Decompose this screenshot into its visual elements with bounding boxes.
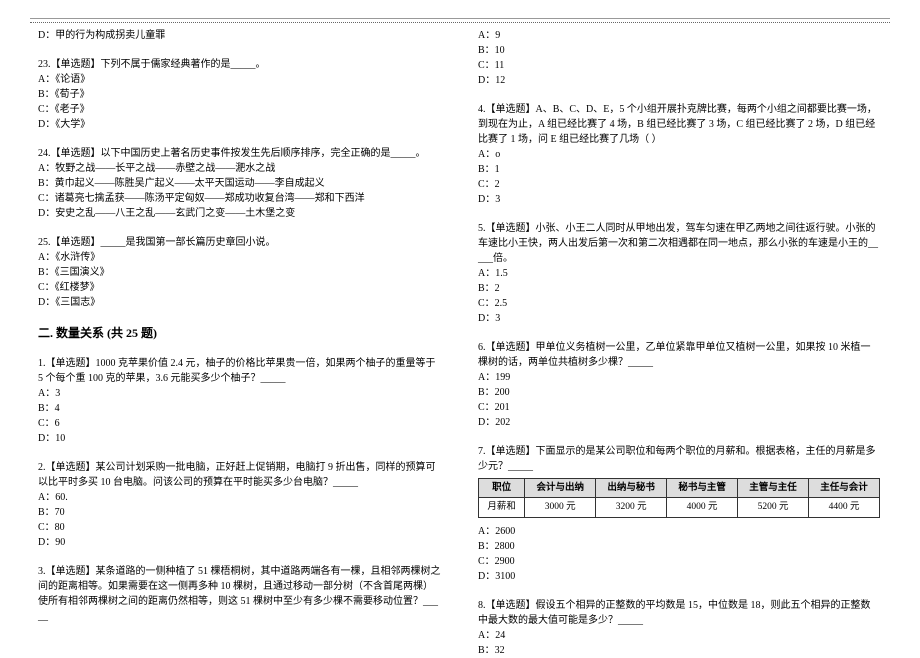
s2q3-opts: A：9 B：10 C：11 D：12 [478, 28, 880, 88]
s2q1-opt-a: A：3 [38, 386, 442, 401]
s2q8: 8.【单选题】假设五个相异的正整数的平均数是 15，中位数是 18，则此五个相异… [478, 598, 880, 658]
th-0: 职位 [479, 479, 525, 498]
q22-opt-d: D：甲的行为构成拐卖儿童罪 [38, 28, 442, 43]
s2q4-opt-b: B：1 [478, 162, 880, 177]
q24-opt-b: B：黄巾起义——陈胜吴广起义——太平天国运动——李自成起义 [38, 176, 442, 191]
s2q3-opt-c: C：11 [478, 58, 880, 73]
q23-opt-c: C：《老子》 [38, 102, 442, 117]
s2q2: 2.【单选题】某公司计划采购一批电脑，正好赶上促销期，电脑打 9 折出售，同样的… [38, 460, 442, 550]
s2q2-opt-b: B：70 [38, 505, 442, 520]
s2q7: 7.【单选题】下面显示的是某公司职位和每两个职位的月薪和。根据表格，主任的月薪是… [478, 444, 880, 584]
s2q4-opt-c: C：2 [478, 177, 880, 192]
s2q6: 6.【单选题】甲单位义务植树一公里，乙单位紧靠甲单位又植树一公里，如果按 10 … [478, 340, 880, 430]
s2q6-opt-d: D：202 [478, 415, 880, 430]
s2q3-opt-b: B：10 [478, 43, 880, 58]
td-4: 5200 元 [738, 498, 809, 517]
s2q2-opt-d: D：90 [38, 535, 442, 550]
left-column: D：甲的行为构成拐卖儿童罪 23.【单选题】下列不属于儒家经典著作的是_____… [30, 18, 460, 641]
th-3: 秘书与主管 [667, 479, 738, 498]
s2q5: 5.【单选题】小张、小王二人同时从甲地出发，驾车匀速在甲乙两地之间往返行驶。小张… [478, 221, 880, 326]
th-5: 主任与会计 [809, 479, 880, 498]
s2q7-opt-c: C：2900 [478, 554, 880, 569]
table-header-row: 职位 会计与出纳 出纳与秘书 秘书与主管 主管与主任 主任与会计 [479, 479, 880, 498]
s2q3: 3.【单选题】某条道路的一侧种植了 51 棵梧桐树，其中道路两端各有一棵，且相邻… [38, 564, 442, 624]
q24-opt-d: D：安史之乱——八王之乱——玄武门之变——土木堡之变 [38, 206, 442, 221]
s2q6-opt-c: C：201 [478, 400, 880, 415]
th-4: 主管与主任 [738, 479, 809, 498]
q23: 23.【单选题】下列不属于儒家经典著作的是_____。 A：《论语》 B：《荀子… [38, 57, 442, 132]
q25: 25.【单选题】_____是我国第一部长篇历史章回小说。 A：《水浒传》 B：《… [38, 235, 442, 310]
q24-opt-c: C：诸葛亮七擒孟获——陈汤平定匈奴——郑成功收复台湾——郑和下西洋 [38, 191, 442, 206]
s2q2-opt-c: C：80 [38, 520, 442, 535]
s2q5-opt-a: A：1.5 [478, 266, 880, 281]
s2q1: 1.【单选题】1000 克苹果价值 2.4 元，柚子的价格比苹果贵一倍，如果两个… [38, 356, 442, 446]
q24-opt-a: A：牧野之战——长平之战——赤壁之战——淝水之战 [38, 161, 442, 176]
s2q1-opt-c: C：6 [38, 416, 442, 431]
s2q1-opt-b: B：4 [38, 401, 442, 416]
td-3: 4000 元 [667, 498, 738, 517]
s2q7-opt-b: B：2800 [478, 539, 880, 554]
th-2: 出纳与秘书 [596, 479, 667, 498]
s2q3-stem: 3.【单选题】某条道路的一侧种植了 51 棵梧桐树，其中道路两端各有一棵，且相邻… [38, 564, 442, 624]
s2q4-opt-d: D：3 [478, 192, 880, 207]
header-separator [30, 22, 890, 23]
q25-opt-d: D：《三国志》 [38, 295, 442, 310]
s2q7-opt-a: A：2600 [478, 524, 880, 539]
right-column: A：9 B：10 C：11 D：12 4.【单选题】A、B、C、D、E，5 个小… [460, 18, 890, 641]
q22-remnant: D：甲的行为构成拐卖儿童罪 [38, 28, 442, 43]
q25-opt-a: A：《水浒传》 [38, 250, 442, 265]
s2q4: 4.【单选题】A、B、C、D、E，5 个小组开展扑克牌比赛，每两个小组之间都要比… [478, 102, 880, 207]
table-row: 月薪和 3000 元 3200 元 4000 元 5200 元 4400 元 [479, 498, 880, 517]
page: D：甲的行为构成拐卖儿童罪 23.【单选题】下列不属于儒家经典著作的是_____… [0, 0, 920, 651]
s2q3-opt-d: D：12 [478, 73, 880, 88]
q25-stem: 25.【单选题】_____是我国第一部长篇历史章回小说。 [38, 235, 442, 250]
s2q3-opt-a: A：9 [478, 28, 880, 43]
q24-stem: 24.【单选题】以下中国历史上著名历史事件按发生先后顺序排序，完全正确的是___… [38, 146, 442, 161]
s2q7-stem: 7.【单选题】下面显示的是某公司职位和每两个职位的月薪和。根据表格，主任的月薪是… [478, 444, 880, 474]
th-1: 会计与出纳 [525, 479, 596, 498]
td-5: 4400 元 [809, 498, 880, 517]
s2q4-opt-a: A：o [478, 147, 880, 162]
q25-opt-c: C：《红楼梦》 [38, 280, 442, 295]
s2q8-stem: 8.【单选题】假设五个相异的正整数的平均数是 15，中位数是 18，则此五个相异… [478, 598, 880, 628]
s2q8-opt-b: B：32 [478, 643, 880, 658]
td-2: 3200 元 [596, 498, 667, 517]
q23-opt-d: D：《大学》 [38, 117, 442, 132]
q23-stem: 23.【单选题】下列不属于儒家经典著作的是_____。 [38, 57, 442, 72]
s2q2-opt-a: A：60. [38, 490, 442, 505]
s2q5-stem: 5.【单选题】小张、小王二人同时从甲地出发，驾车匀速在甲乙两地之间往返行驶。小张… [478, 221, 880, 266]
s2q6-opt-a: A：199 [478, 370, 880, 385]
td-0: 月薪和 [479, 498, 525, 517]
s2q2-stem: 2.【单选题】某公司计划采购一批电脑，正好赶上促销期，电脑打 9 折出售，同样的… [38, 460, 442, 490]
q23-opt-b: B：《荀子》 [38, 87, 442, 102]
s2q8-opt-a: A：24 [478, 628, 880, 643]
salary-table: 职位 会计与出纳 出纳与秘书 秘书与主管 主管与主任 主任与会计 月薪和 300… [478, 478, 880, 518]
section-2-title: 二. 数量关系 (共 25 题) [38, 324, 442, 342]
s2q5-opt-d: D：3 [478, 311, 880, 326]
s2q5-opt-c: C：2.5 [478, 296, 880, 311]
q25-opt-b: B：《三国演义》 [38, 265, 442, 280]
s2q4-stem: 4.【单选题】A、B、C、D、E，5 个小组开展扑克牌比赛，每两个小组之间都要比… [478, 102, 880, 147]
s2q7-opt-d: D：3100 [478, 569, 880, 584]
s2q6-opt-b: B：200 [478, 385, 880, 400]
q23-opt-a: A：《论语》 [38, 72, 442, 87]
s2q5-opt-b: B：2 [478, 281, 880, 296]
s2q1-stem: 1.【单选题】1000 克苹果价值 2.4 元，柚子的价格比苹果贵一倍，如果两个… [38, 356, 442, 386]
td-1: 3000 元 [525, 498, 596, 517]
q24: 24.【单选题】以下中国历史上著名历史事件按发生先后顺序排序，完全正确的是___… [38, 146, 442, 221]
s2q1-opt-d: D：10 [38, 431, 442, 446]
s2q6-stem: 6.【单选题】甲单位义务植树一公里，乙单位紧靠甲单位又植树一公里，如果按 10 … [478, 340, 880, 370]
